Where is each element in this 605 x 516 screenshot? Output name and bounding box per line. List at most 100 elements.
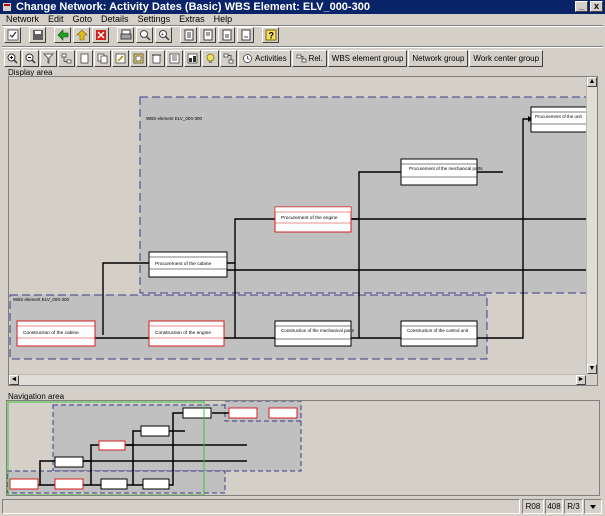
status-system: R08 bbox=[522, 499, 544, 514]
print-button[interactable] bbox=[117, 27, 134, 43]
zoom-out-icon bbox=[25, 53, 36, 64]
work-center-group-label: Work center group bbox=[473, 54, 540, 63]
prev-page-icon bbox=[203, 29, 212, 41]
layout-icon bbox=[61, 53, 72, 64]
display-horizontal-scrollbar[interactable]: ◄ ► bbox=[9, 374, 586, 385]
node-top-right[interactable]: Procurement of the unit bbox=[530, 106, 587, 133]
nav-node-2 bbox=[54, 478, 84, 490]
last-page-button[interactable] bbox=[237, 27, 254, 43]
exit-button[interactable] bbox=[73, 27, 90, 43]
scroll-right-arrow[interactable]: ► bbox=[576, 375, 586, 385]
network-icon bbox=[223, 53, 234, 64]
last-page-icon bbox=[241, 29, 250, 41]
node-procure-cabine-label: Procurement of the cabine bbox=[155, 261, 212, 267]
graphic-settings-button[interactable] bbox=[202, 50, 219, 67]
first-page-button[interactable] bbox=[180, 27, 197, 43]
node-procure-engine-label: Procurement of the engine bbox=[281, 215, 338, 221]
node-procure-engine-top bbox=[274, 206, 352, 213]
status-options-icon bbox=[590, 504, 596, 509]
check-button[interactable] bbox=[4, 27, 21, 43]
node-construct-mech[interactable]: Construction of the mechanical parts bbox=[274, 320, 355, 347]
nav-node-10 bbox=[268, 407, 298, 419]
wbs-element-group-button[interactable]: WBS element group bbox=[327, 50, 408, 67]
trash-icon bbox=[152, 54, 161, 64]
prev-page-button[interactable] bbox=[199, 27, 216, 43]
node-procure-mech-box bbox=[400, 158, 478, 186]
next-page-icon bbox=[222, 29, 231, 41]
display-vertical-scrollbar[interactable]: ▲ ▼ bbox=[586, 77, 597, 374]
menu-bar: Network Edit Goto Details Settings Extra… bbox=[0, 14, 605, 25]
zoom-out-button[interactable] bbox=[22, 50, 39, 67]
create-button[interactable] bbox=[76, 50, 93, 67]
copy-button[interactable] bbox=[94, 50, 111, 67]
display-area[interactable]: WBS element ELV_000-300 WBS element ELV_… bbox=[8, 76, 598, 386]
node-construct-control[interactable]: Construction of the control unit bbox=[400, 320, 478, 347]
network-graphic[interactable]: WBS element ELV_000-300 WBS element ELV_… bbox=[9, 77, 587, 375]
bulb-icon bbox=[206, 53, 215, 63]
menu-edit[interactable]: Edit bbox=[48, 14, 64, 25]
node-construct-engine[interactable]: Construction of the engine bbox=[148, 320, 225, 347]
highlight-icon bbox=[133, 53, 144, 64]
zoom-in-button[interactable] bbox=[4, 50, 21, 67]
overview-button[interactable] bbox=[184, 50, 201, 67]
node-top-right-box bbox=[530, 106, 587, 133]
filter-button[interactable] bbox=[40, 50, 57, 67]
details-icon bbox=[169, 53, 180, 64]
node-procure-cabine[interactable]: Procurement of the cabine bbox=[148, 251, 228, 278]
check-icon bbox=[7, 29, 18, 41]
activities-button[interactable]: Activities bbox=[238, 50, 291, 67]
navigation-area[interactable] bbox=[6, 400, 600, 496]
zoom-in-icon bbox=[7, 53, 18, 64]
filter-icon bbox=[43, 53, 54, 64]
node-construct-cabine-label: Construction of the cabine bbox=[23, 330, 79, 336]
navigation-overview[interactable] bbox=[7, 401, 600, 496]
network-structure-button[interactable] bbox=[220, 50, 237, 67]
status-options-button[interactable] bbox=[584, 499, 602, 514]
nav-node-8 bbox=[182, 407, 212, 419]
save-icon bbox=[32, 30, 43, 40]
toolbar-separator bbox=[2, 46, 603, 48]
node-construct-control-label: Construction of the control unit bbox=[407, 328, 469, 333]
activities-label: Activities bbox=[255, 54, 287, 63]
next-page-button[interactable] bbox=[218, 27, 235, 43]
menu-settings[interactable]: Settings bbox=[138, 14, 171, 25]
application-toolbar: Activities Rel. WBS element group Networ… bbox=[4, 50, 544, 67]
menu-help[interactable]: Help bbox=[214, 14, 233, 25]
find-next-button[interactable]: + bbox=[155, 27, 172, 43]
network-group-button[interactable]: Network group bbox=[408, 50, 469, 67]
wbs-element-group-label: WBS element group bbox=[331, 54, 404, 63]
menu-details[interactable]: Details bbox=[101, 14, 129, 25]
delete-button[interactable] bbox=[148, 50, 165, 67]
nav-node-9 bbox=[228, 407, 258, 419]
relationship-icon bbox=[296, 54, 306, 63]
find-icon bbox=[139, 30, 151, 41]
menu-network[interactable]: Network bbox=[6, 14, 39, 25]
details-button[interactable] bbox=[166, 50, 183, 67]
minimize-button[interactable]: _ bbox=[575, 1, 588, 12]
menu-goto[interactable]: Goto bbox=[73, 14, 93, 25]
work-center-group-button[interactable]: Work center group bbox=[469, 50, 544, 67]
nav-node-6 bbox=[98, 440, 126, 451]
cancel-button[interactable] bbox=[92, 27, 109, 43]
node-procure-mech[interactable]: Procurement of the mechanical parts bbox=[400, 158, 483, 186]
node-construct-mech-box bbox=[274, 320, 352, 347]
node-construct-cabine[interactable]: Construction of the cabine bbox=[16, 320, 96, 347]
change-button[interactable] bbox=[112, 50, 129, 67]
relationships-button[interactable]: Rel. bbox=[291, 50, 327, 67]
scroll-up-arrow[interactable]: ▲ bbox=[587, 77, 597, 87]
app-icon bbox=[3, 3, 11, 11]
layout-button[interactable] bbox=[58, 50, 75, 67]
overview-icon bbox=[187, 53, 198, 64]
close-button[interactable]: x bbox=[590, 1, 603, 12]
scroll-down-arrow[interactable]: ▼ bbox=[587, 364, 597, 374]
help-button[interactable]: ? bbox=[262, 27, 279, 43]
back-button[interactable] bbox=[54, 27, 71, 43]
highlight-button[interactable] bbox=[130, 50, 147, 67]
cancel-x-icon bbox=[95, 30, 106, 40]
svg-text:+: + bbox=[161, 32, 164, 38]
save-button[interactable] bbox=[29, 27, 46, 43]
node-procure-engine[interactable]: Procurement of the engine bbox=[274, 206, 352, 233]
scroll-left-arrow[interactable]: ◄ bbox=[9, 375, 19, 385]
find-button[interactable] bbox=[136, 27, 153, 43]
menu-extras[interactable]: Extras bbox=[179, 14, 205, 25]
